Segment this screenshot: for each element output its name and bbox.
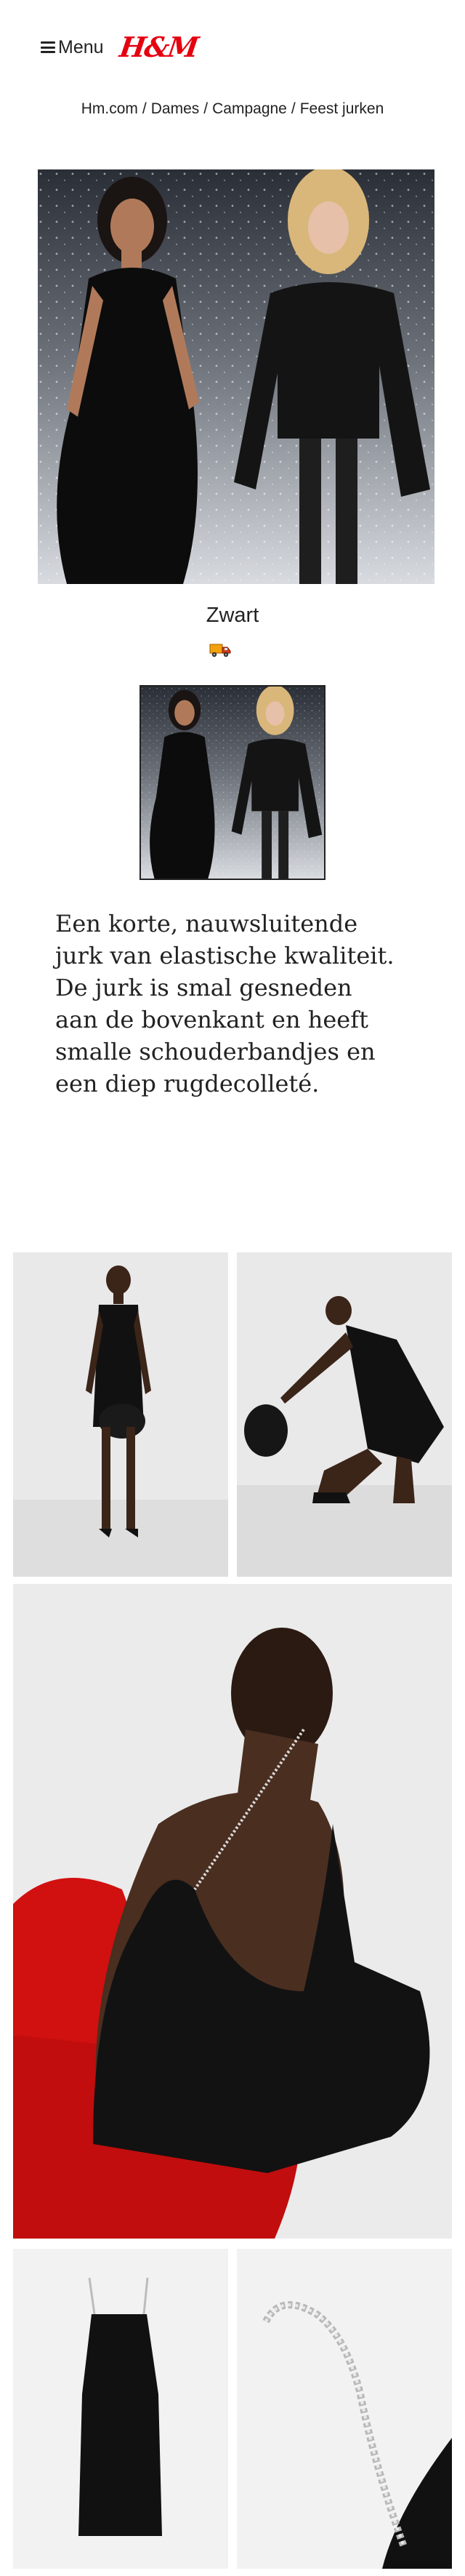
product-description: Een korte, nauwsluitende jurk van elasti… (55, 910, 395, 1097)
gallery-image-front[interactable] (13, 1252, 228, 1577)
hamburger-icon (41, 41, 55, 53)
gallery-image-back[interactable] (13, 1584, 452, 2239)
breadcrumb: Hm.com / Dames / Campagne / Feest jurken (0, 100, 465, 118)
breadcrumb-item-dames[interactable]: Dames (151, 100, 200, 117)
gallery-image-crouching[interactable] (237, 1252, 452, 1577)
breadcrumb-item-campagne[interactable]: Campagne (212, 100, 287, 117)
site-header: Menu H&M (41, 29, 199, 65)
breadcrumb-item-home[interactable]: Hm.com (81, 100, 138, 117)
hm-logo[interactable]: H&M (117, 31, 199, 63)
menu-button[interactable]: Menu (41, 37, 104, 58)
gallery-image-flatlay[interactable] (13, 2249, 228, 2569)
breadcrumb-separator: / (291, 100, 296, 117)
menu-label: Menu (58, 36, 104, 57)
hero-image[interactable] (38, 169, 434, 584)
breadcrumb-separator: / (142, 100, 147, 117)
product-thumbnail[interactable] (140, 685, 326, 880)
delivery-truck-icon (209, 641, 231, 659)
color-name: Zwart (206, 604, 259, 627)
gallery-image-strap-detail[interactable] (237, 2249, 452, 2569)
breadcrumb-separator: / (203, 100, 209, 117)
breadcrumb-item-feest-jurken[interactable]: Feest jurken (300, 100, 384, 117)
